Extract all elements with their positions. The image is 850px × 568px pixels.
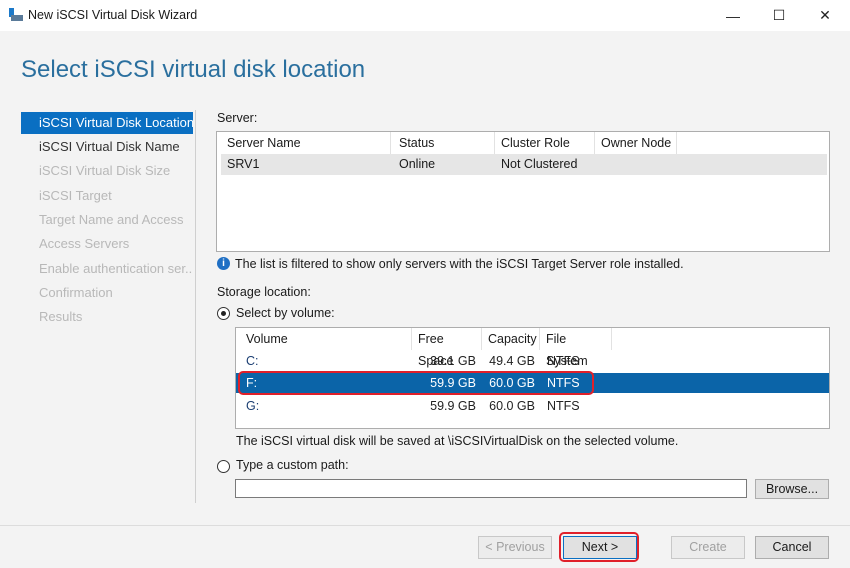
capacity: 49.4 GB [489,354,535,368]
free-space: 59.9 GB [430,399,476,413]
server-label: Server: [217,111,258,125]
file-system: NTFS [547,354,580,368]
col-cluster-role[interactable]: Cluster Role [495,132,595,154]
window-title: New iSCSI Virtual Disk Wizard [28,8,198,22]
col-capacity[interactable]: Capacity [482,328,540,350]
title-bar: New iSCSI Virtual Disk Wizard — ☐ ✕ [0,0,850,31]
cancel-button[interactable]: Cancel [755,536,829,559]
nav-item-size: iSCSI Virtual Disk Size [39,163,171,178]
select-by-volume-radio[interactable] [217,307,230,320]
storage-location-label: Storage location: [217,285,311,299]
capacity: 60.0 GB [489,399,535,413]
nav-item-target: iSCSI Target [39,188,112,203]
server-name: SRV1 [227,157,260,171]
nav-item-access-servers: Access Servers [39,236,130,251]
nav-item-location[interactable]: iSCSI Virtual Disk Location [21,112,193,134]
volume-letter: C: [246,354,259,368]
file-system: NTFS [547,399,580,413]
server-status: Online [399,157,436,171]
col-status[interactable]: Status [393,132,495,154]
nav-item-target-name: Target Name and Access [39,212,184,227]
volume-row-g[interactable]: G: 59.9 GB 60.0 GB NTFS [236,395,829,417]
nav-item-results: Results [39,309,83,324]
col-server-name[interactable]: Server Name [221,132,391,154]
server-list[interactable]: Server Name Status Cluster Role Owner No… [216,131,830,252]
col-file-system[interactable]: File System [540,328,612,368]
select-by-volume-label[interactable]: Select by volume: [236,306,335,320]
create-button[interactable]: Create [671,536,745,559]
next-highlight-annotation [559,532,639,562]
col-owner-node[interactable]: Owner Node [595,132,677,154]
table-row[interactable]: SRV1 Online Not Clustered [221,154,827,175]
volume-row-c[interactable]: C: 39.1 GB 49.4 GB NTFS [236,350,829,372]
nav-divider [195,110,196,503]
nav-item-name[interactable]: iSCSI Virtual Disk Name [21,136,193,158]
previous-button[interactable]: < Previous [478,536,552,559]
info-icon: i [217,257,230,270]
server-filter-info: The list is filtered to show only server… [235,257,684,271]
free-space: 39.1 GB [430,354,476,368]
maximize-button[interactable]: ☐ [756,0,802,31]
custom-path-input[interactable] [235,479,747,498]
highlight-annotation [238,371,594,395]
save-location-note: The iSCSI virtual disk will be saved at … [236,434,679,448]
volume-letter: G: [246,399,260,413]
browse-button[interactable]: Browse... [755,479,829,499]
wizard-app-icon [9,8,23,21]
col-volume[interactable]: Volume [240,328,412,350]
page-title: Select iSCSI virtual disk location [21,56,366,83]
col-free-space[interactable]: Free Space [412,328,482,368]
minimize-button[interactable]: — [710,0,756,31]
server-cluster-role: Not Clustered [501,157,578,171]
nav-item-authentication: Enable authentication ser... [39,261,193,276]
custom-path-radio[interactable] [217,460,230,473]
volume-list[interactable]: Volume Free Space Capacity File System C… [235,327,830,429]
custom-path-label[interactable]: Type a custom path: [236,458,349,472]
nav-item-confirmation: Confirmation [39,285,113,300]
close-button[interactable]: ✕ [802,0,848,31]
